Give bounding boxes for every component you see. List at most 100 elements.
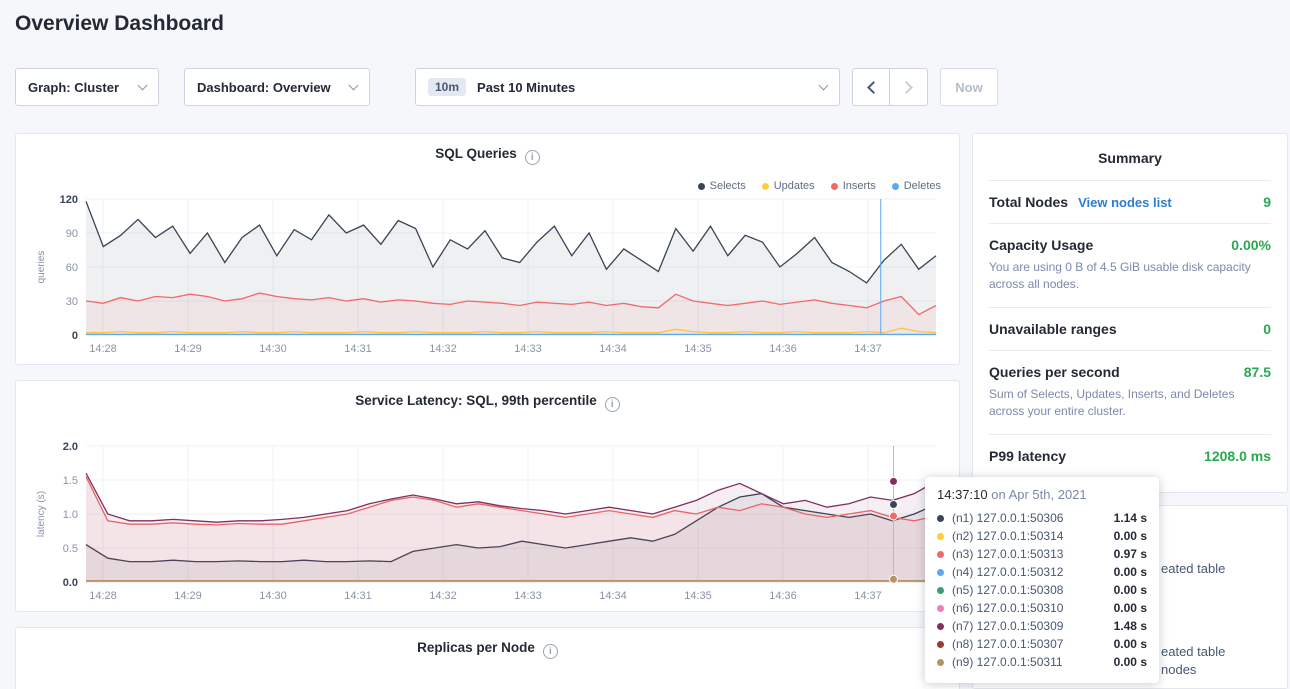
svg-text:1.0: 1.0 xyxy=(63,509,78,521)
overview-dashboard-page: Overview Dashboard Graph: Cluster Dashbo… xyxy=(0,0,1290,689)
dashboard-dropdown[interactable]: Dashboard: Overview xyxy=(184,68,370,106)
series-dot-icon xyxy=(937,551,944,558)
summary-panel: Summary Total Nodes View nodes list 9 Ca… xyxy=(972,133,1288,493)
view-nodes-list-link[interactable]: View nodes list xyxy=(1078,195,1172,210)
event-text-fragment: eated table xyxy=(1161,644,1225,659)
series-dot-icon xyxy=(937,515,944,522)
svg-text:14:32: 14:32 xyxy=(429,590,457,602)
tooltip-node-value: 0.00 s xyxy=(1114,565,1147,579)
prev-time-button[interactable] xyxy=(852,68,890,106)
summary-row-capacity-usage: Capacity Usage 0.00% You are using 0 B o… xyxy=(989,223,1271,307)
graph-dropdown-label: Graph: Cluster xyxy=(28,80,119,95)
tooltip-row: (n4) 127.0.0.1:503120.00 s xyxy=(937,563,1147,581)
chevron-left-icon xyxy=(867,81,880,94)
time-range-dropdown[interactable]: 10m Past 10 Minutes xyxy=(415,68,840,106)
series-dot-icon xyxy=(937,623,944,630)
time-range-label: Past 10 Minutes xyxy=(477,80,575,95)
tooltip-rows: (n1) 127.0.0.1:503061.14 s(n2) 127.0.0.1… xyxy=(937,509,1147,671)
capacity-usage-description: You are using 0 B of 4.5 GiB usable disk… xyxy=(989,259,1271,294)
svg-text:14:30: 14:30 xyxy=(259,343,287,355)
tooltip-node-value: 0.00 s xyxy=(1114,529,1147,543)
series-dot-icon xyxy=(937,533,944,540)
svg-text:14:32: 14:32 xyxy=(429,343,457,355)
svg-text:14:36: 14:36 xyxy=(769,343,797,355)
svg-text:1.5: 1.5 xyxy=(63,475,78,487)
queries-per-second-label: Queries per second xyxy=(989,364,1120,380)
total-nodes-label: Total Nodes xyxy=(989,194,1068,210)
tooltip-row: (n8) 127.0.0.1:50307 0.00 s xyxy=(937,635,1147,653)
summary-row-unavailable-ranges: Unavailable ranges 0 xyxy=(989,307,1271,350)
tooltip-node-label: (n7) 127.0.0.1:50309 xyxy=(952,619,1063,633)
event-text-fragment: nodes xyxy=(1161,662,1196,677)
chevron-right-icon xyxy=(900,81,913,94)
info-icon[interactable] xyxy=(543,644,558,659)
service-latency-chart[interactable]: 0.00.51.01.52.014:2814:2914:3014:3114:32… xyxy=(16,421,961,613)
next-time-button[interactable] xyxy=(890,68,928,106)
svg-text:14:28: 14:28 xyxy=(89,343,117,355)
p99-latency-value: 1208.0 ms xyxy=(1204,448,1271,464)
tooltip-header: 14:37:10 on Apr 5th, 2021 xyxy=(937,487,1147,502)
tooltip-row: (n6) 127.0.0.1:50310 0.00 s xyxy=(937,599,1147,617)
info-icon[interactable] xyxy=(605,397,620,412)
svg-text:2.0: 2.0 xyxy=(63,441,78,453)
chevron-down-icon xyxy=(138,80,148,90)
tooltip-node-value: 0.00 s xyxy=(1114,601,1147,615)
svg-text:14:37: 14:37 xyxy=(854,343,882,355)
svg-text:14:33: 14:33 xyxy=(514,343,542,355)
svg-text:14:34: 14:34 xyxy=(599,343,627,355)
svg-text:14:30: 14:30 xyxy=(259,590,287,602)
tooltip-row: (n5) 127.0.0.1:503080.00 s xyxy=(937,581,1147,599)
page-title: Overview Dashboard xyxy=(15,12,224,36)
tooltip-node-label: (n9) 127.0.0.1:50311 xyxy=(952,655,1063,669)
svg-text:14:35: 14:35 xyxy=(684,343,712,355)
svg-text:0.5: 0.5 xyxy=(63,543,78,555)
summary-title: Summary xyxy=(989,134,1271,180)
sql-queries-card: SQL Queries SelectsUpdatesInsertsDeletes… xyxy=(15,133,960,365)
queries-per-second-value: 87.5 xyxy=(1244,364,1271,380)
replicas-per-node-card: Replicas per Node xyxy=(15,627,960,689)
svg-text:latency (s): latency (s) xyxy=(36,491,47,537)
tooltip-row: (n2) 127.0.0.1:50314 0.00 s xyxy=(937,527,1147,545)
tooltip-node-label: (n6) 127.0.0.1:50310 xyxy=(952,601,1063,615)
svg-text:120: 120 xyxy=(60,194,78,206)
tooltip-node-label: (n3) 127.0.0.1:50313 xyxy=(952,547,1063,561)
tooltip-time: 14:37:10 xyxy=(937,487,988,502)
tooltip-node-label: (n2) 127.0.0.1:50314 xyxy=(952,529,1063,543)
svg-text:14:34: 14:34 xyxy=(599,590,627,602)
time-range-badge: 10m xyxy=(428,78,466,96)
tooltip-row: (n7) 127.0.0.1:503091.48 s xyxy=(937,617,1147,635)
sql-queries-title: SQL Queries xyxy=(16,146,959,165)
series-dot-icon xyxy=(937,569,944,576)
svg-text:14:33: 14:33 xyxy=(514,590,542,602)
capacity-usage-value: 0.00% xyxy=(1231,237,1271,253)
capacity-usage-label: Capacity Usage xyxy=(989,237,1093,253)
service-latency-card: Service Latency: SQL, 99th percentile 0.… xyxy=(15,380,960,612)
chart-tooltip: 14:37:10 on Apr 5th, 2021 (n1) 127.0.0.1… xyxy=(925,477,1159,683)
dashboard-dropdown-label: Dashboard: Overview xyxy=(197,80,331,95)
svg-text:14:36: 14:36 xyxy=(769,590,797,602)
now-button[interactable]: Now xyxy=(940,68,998,106)
total-nodes-value: 9 xyxy=(1263,194,1271,210)
svg-text:14:37: 14:37 xyxy=(854,590,882,602)
series-dot-icon xyxy=(937,659,944,666)
tooltip-row: (n3) 127.0.0.1:50313 0.97 s xyxy=(937,545,1147,563)
summary-row-p99-latency: P99 latency 1208.0 ms xyxy=(989,434,1271,477)
svg-text:14:29: 14:29 xyxy=(174,343,202,355)
tooltip-node-value: 0.97 s xyxy=(1114,547,1147,561)
p99-latency-label: P99 latency xyxy=(989,448,1066,464)
tooltip-node-value: 0.00 s xyxy=(1114,637,1147,651)
summary-row-queries-per-second: Queries per second 87.5 Sum of Selects, … xyxy=(989,350,1271,434)
tooltip-node-label: (n8) 127.0.0.1:50307 xyxy=(952,637,1063,651)
svg-text:14:28: 14:28 xyxy=(89,590,117,602)
graph-dropdown[interactable]: Graph: Cluster xyxy=(15,68,159,106)
replicas-per-node-title: Replicas per Node xyxy=(16,640,959,659)
info-icon[interactable] xyxy=(525,150,540,165)
sql-queries-chart[interactable]: 030609012014:2814:2914:3014:3114:3214:33… xyxy=(16,174,961,366)
svg-text:14:35: 14:35 xyxy=(684,590,712,602)
svg-text:queries: queries xyxy=(36,251,47,284)
chevron-down-icon xyxy=(819,80,829,90)
svg-text:90: 90 xyxy=(66,228,78,240)
series-dot-icon xyxy=(937,641,944,648)
queries-per-second-description: Sum of Selects, Updates, Inserts, and De… xyxy=(989,386,1271,421)
svg-text:14:31: 14:31 xyxy=(344,343,372,355)
